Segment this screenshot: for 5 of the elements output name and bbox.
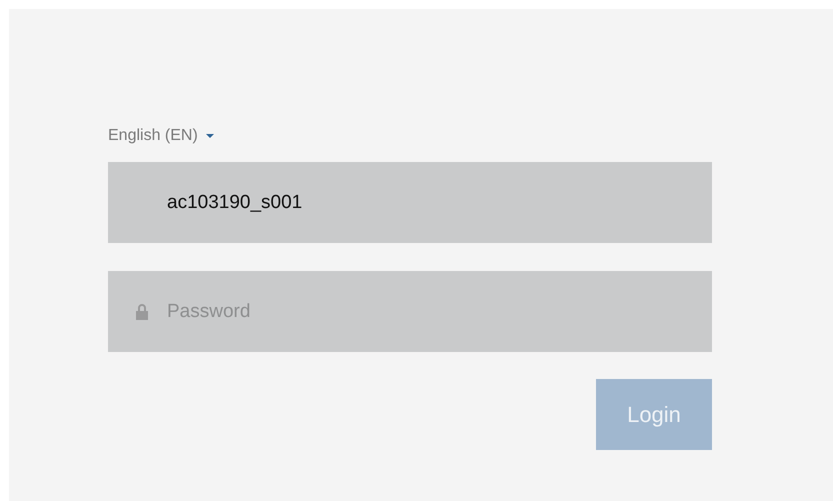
username-field[interactable]: ac103190_s001 — [108, 162, 712, 243]
lock-icon — [135, 303, 149, 320]
caret-icon — [206, 134, 214, 138]
password-field[interactable]: Password — [108, 271, 712, 352]
language-dropdown[interactable]: English (EN) — [108, 124, 214, 148]
